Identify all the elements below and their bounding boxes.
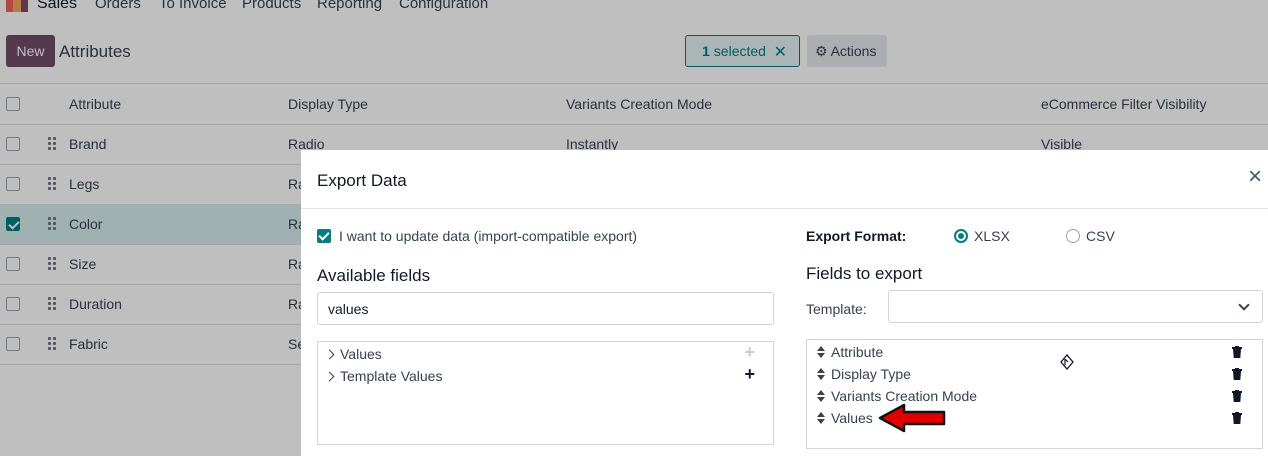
trash-icon[interactable] bbox=[1232, 368, 1242, 380]
export-field-item[interactable]: Values bbox=[817, 408, 873, 428]
available-field-item[interactable]: Values bbox=[324, 344, 766, 364]
radio-checked-icon[interactable] bbox=[954, 229, 968, 243]
chevron-right-icon[interactable] bbox=[324, 371, 335, 381]
template-label: Template: bbox=[806, 301, 867, 317]
format-radio-xlsx[interactable]: XLSX bbox=[954, 228, 1010, 244]
sort-handle-icon[interactable] bbox=[817, 412, 825, 424]
export-field-label: Attribute bbox=[831, 344, 884, 360]
red-arrow-pointer-icon bbox=[878, 403, 946, 436]
dialog-header: Export Data × bbox=[301, 150, 1268, 209]
dialog-title: Export Data bbox=[317, 171, 407, 190]
export-format-label: Export Format: bbox=[806, 228, 907, 244]
chevron-right-icon[interactable] bbox=[324, 349, 335, 359]
trash-icon[interactable] bbox=[1232, 346, 1242, 358]
close-icon[interactable]: × bbox=[1242, 164, 1268, 190]
format-label-csv: CSV bbox=[1086, 228, 1115, 244]
fields-to-export-list: Attribute Display Type Variants Creation… bbox=[806, 339, 1263, 449]
fields-to-export-title: Fields to export bbox=[806, 264, 923, 283]
add-field-plus-icon[interactable]: + bbox=[744, 364, 755, 385]
export-field-label: Variants Creation Mode bbox=[831, 388, 978, 404]
export-data-dialog: Export Data × I want to update data (imp… bbox=[301, 150, 1268, 456]
export-field-label: Display Type bbox=[831, 366, 911, 382]
available-fields-list: Values + Template Values + bbox=[317, 341, 774, 445]
export-field-item[interactable]: Attribute bbox=[817, 342, 883, 362]
add-field-plus-icon[interactable]: + bbox=[744, 342, 755, 363]
field-search-input[interactable] bbox=[317, 292, 774, 325]
template-select[interactable] bbox=[888, 290, 1263, 323]
import-compatible-option[interactable]: I want to update data (import-compatible… bbox=[317, 228, 637, 244]
available-field-item[interactable]: Template Values bbox=[324, 366, 766, 386]
format-label-xlsx: XLSX bbox=[974, 228, 1010, 244]
import-compatible-checkbox[interactable] bbox=[317, 229, 331, 243]
trash-icon[interactable] bbox=[1232, 412, 1242, 424]
export-field-item[interactable]: Display Type bbox=[817, 364, 911, 384]
format-radio-csv[interactable]: CSV bbox=[1066, 228, 1115, 244]
available-fields-title: Available fields bbox=[317, 266, 431, 285]
export-field-label: Values bbox=[831, 410, 873, 426]
radio-unchecked-icon[interactable] bbox=[1066, 229, 1080, 243]
chevron-down-icon bbox=[1238, 299, 1250, 311]
sort-handle-icon[interactable] bbox=[817, 390, 825, 402]
trash-icon[interactable] bbox=[1232, 390, 1242, 402]
sort-handle-icon[interactable] bbox=[817, 368, 825, 380]
drag-cursor-icon bbox=[1059, 354, 1075, 370]
available-field-label: Values bbox=[340, 346, 382, 362]
available-field-label: Template Values bbox=[340, 368, 443, 384]
sort-handle-icon[interactable] bbox=[817, 346, 825, 358]
import-compatible-label: I want to update data (import-compatible… bbox=[339, 228, 638, 244]
